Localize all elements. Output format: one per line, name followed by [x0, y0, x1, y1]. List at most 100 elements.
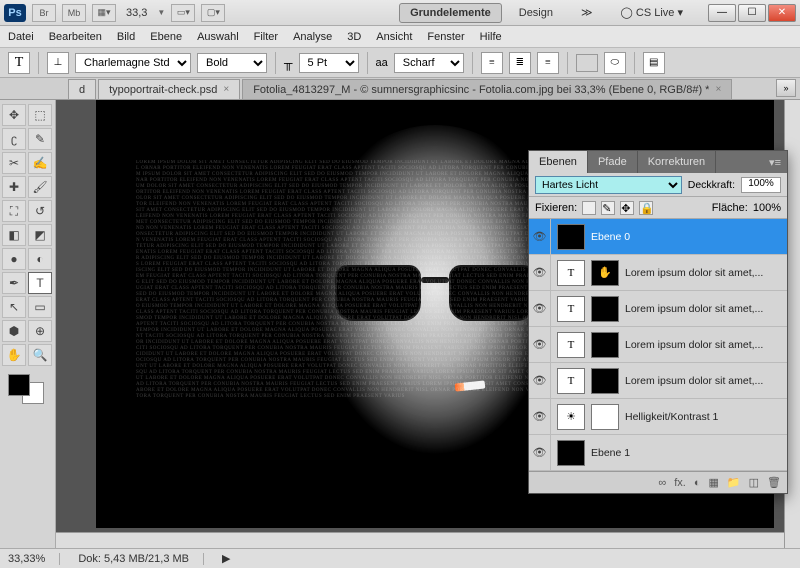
crop-tool[interactable]: ✂: [2, 152, 26, 174]
pen-tool[interactable]: ✒: [2, 272, 26, 294]
layer-name[interactable]: Lorem ipsum dolor sit amet,...: [625, 303, 781, 315]
panel-tab-pfade[interactable]: Pfade: [588, 151, 638, 173]
layer-mask-thumbnail[interactable]: [591, 368, 619, 394]
3d-tool[interactable]: ⬢: [2, 320, 26, 342]
workspace-grundelemente[interactable]: Grundelemente: [399, 3, 502, 23]
hand-tool[interactable]: ✋: [2, 344, 26, 366]
doc-tab-1[interactable]: typoportrait-check.psd×: [98, 79, 240, 99]
status-doc[interactable]: Dok: 5,43 MB/21,3 MB: [78, 553, 204, 565]
move-tool[interactable]: ✥: [2, 104, 26, 126]
layer-row[interactable]: 👁 T ✋ Lorem ipsum dolor sit amet,...: [529, 255, 787, 291]
visibility-icon[interactable]: 👁: [529, 363, 551, 398]
mask-icon[interactable]: ◐: [694, 477, 701, 489]
status-arrow-icon[interactable]: ▶: [222, 552, 230, 565]
tab-scroll-right[interactable]: »: [776, 79, 796, 97]
menu-datei[interactable]: Datei: [8, 31, 34, 43]
trash-icon[interactable]: 🗑: [767, 476, 781, 489]
layer-mask-thumbnail[interactable]: [591, 296, 619, 322]
menu-bearbeiten[interactable]: Bearbeiten: [49, 31, 102, 43]
layer-thumbnail[interactable]: ☀: [557, 404, 585, 430]
font-size-select[interactable]: 5 Pt: [299, 53, 359, 73]
fill-value[interactable]: 100%: [753, 202, 781, 214]
menu-hilfe[interactable]: Hilfe: [480, 31, 502, 43]
menu-fenster[interactable]: Fenster: [427, 31, 464, 43]
menu-3d[interactable]: 3D: [347, 31, 361, 43]
layer-name[interactable]: Lorem ipsum dolor sit amet,...: [625, 267, 781, 279]
visibility-icon[interactable]: 👁: [529, 435, 551, 470]
minimize-button[interactable]: —: [708, 4, 736, 22]
stamp-tool[interactable]: ⛶: [2, 200, 26, 222]
menu-analyse[interactable]: Analyse: [293, 31, 332, 43]
antialias-select[interactable]: Scharf: [394, 53, 464, 73]
font-family-select[interactable]: Charlemagne Std: [75, 53, 191, 73]
screenmode-button[interactable]: ▢▾: [201, 4, 225, 22]
healing-tool[interactable]: ✚: [2, 176, 26, 198]
visibility-icon[interactable]: 👁: [529, 399, 551, 434]
lock-all-icon[interactable]: 🔒: [639, 201, 653, 215]
workspace-design[interactable]: Design: [508, 3, 564, 23]
eraser-tool[interactable]: ◧: [2, 224, 26, 246]
layer-thumbnail[interactable]: T: [557, 260, 585, 286]
layer-name[interactable]: Lorem ipsum dolor sit amet,...: [625, 375, 781, 387]
brush-tool[interactable]: 🖌: [28, 176, 52, 198]
doc-tab-0[interactable]: d: [68, 79, 96, 99]
blur-tool[interactable]: ●: [2, 248, 26, 270]
close-button[interactable]: ✕: [768, 4, 796, 22]
align-center[interactable]: ≣: [509, 52, 531, 74]
lasso-tool[interactable]: ʗ: [2, 128, 26, 150]
quickselect-tool[interactable]: ✎: [28, 128, 52, 150]
close-icon[interactable]: ×: [223, 84, 229, 95]
visibility-icon[interactable]: 👁: [529, 327, 551, 362]
status-zoom[interactable]: 33,33%: [8, 553, 60, 565]
minibridge-button[interactable]: Mb: [62, 4, 86, 22]
gradient-tool[interactable]: ◩: [28, 224, 52, 246]
zoom-dropdown-icon[interactable]: ▼: [157, 8, 165, 17]
lock-transparency-icon[interactable]: [582, 201, 596, 215]
history-brush-tool[interactable]: ↺: [28, 200, 52, 222]
layers-panel[interactable]: Ebenen Pfade Korrekturen ▾≡ Hartes Licht…: [528, 150, 788, 494]
maximize-button[interactable]: ☐: [738, 4, 766, 22]
workspace-more[interactable]: ≫: [570, 2, 604, 23]
layer-row[interactable]: 👁 ☀ Helligkeit/Kontrast 1: [529, 399, 787, 435]
blend-mode-select[interactable]: Hartes Licht: [535, 176, 682, 194]
warp-text[interactable]: ⬭: [604, 52, 626, 74]
layer-row[interactable]: 👁 T Lorem ipsum dolor sit amet,...: [529, 363, 787, 399]
panel-tab-korrekturen[interactable]: Korrekturen: [638, 151, 716, 173]
group-icon[interactable]: 📁: [727, 476, 741, 489]
horizontal-scrollbar[interactable]: [56, 532, 784, 548]
lock-pixels-icon[interactable]: ✎: [601, 201, 615, 215]
layer-row[interactable]: 👁 T Lorem ipsum dolor sit amet,...: [529, 327, 787, 363]
marquee-tool[interactable]: ⬚: [28, 104, 52, 126]
character-panel-toggle[interactable]: ▤: [643, 52, 665, 74]
layer-thumbnail[interactable]: [557, 224, 585, 250]
visibility-icon[interactable]: 👁: [529, 219, 551, 254]
view-extras-button[interactable]: ▦▾: [92, 4, 116, 22]
eyedropper-tool[interactable]: ✍: [28, 152, 52, 174]
layer-thumbnail[interactable]: T: [557, 368, 585, 394]
layer-mask-thumbnail[interactable]: ✋: [591, 260, 619, 286]
new-layer-icon[interactable]: ◫: [749, 476, 759, 489]
visibility-icon[interactable]: 👁: [529, 291, 551, 326]
menu-auswahl[interactable]: Auswahl: [197, 31, 239, 43]
layer-name[interactable]: Helligkeit/Kontrast 1: [625, 411, 781, 423]
dodge-tool[interactable]: ◐: [28, 248, 52, 270]
doc-tab-2[interactable]: Fotolia_4813297_M - © sumnersgraphicsinc…: [242, 79, 732, 99]
fx-icon[interactable]: fx.: [674, 477, 686, 489]
shape-tool[interactable]: ▭: [28, 296, 52, 318]
font-style-select[interactable]: Bold: [197, 53, 267, 73]
layer-mask-thumbnail[interactable]: [591, 404, 619, 430]
opacity-value[interactable]: 100%: [741, 177, 781, 193]
layer-thumbnail[interactable]: T: [557, 332, 585, 358]
menu-ansicht[interactable]: Ansicht: [376, 31, 412, 43]
layer-thumbnail[interactable]: T: [557, 296, 585, 322]
lock-position-icon[interactable]: ✥: [620, 201, 634, 215]
layer-thumbnail[interactable]: [557, 440, 585, 466]
layer-mask-thumbnail[interactable]: [591, 332, 619, 358]
layer-name[interactable]: Ebene 0: [591, 231, 781, 243]
orientation-toggle[interactable]: ⊥: [47, 52, 69, 74]
layer-name[interactable]: Ebene 1: [591, 447, 781, 459]
3d-camera-tool[interactable]: ⊕: [28, 320, 52, 342]
path-tool[interactable]: ↖: [2, 296, 26, 318]
layer-row[interactable]: 👁 Ebene 1: [529, 435, 787, 471]
menu-ebene[interactable]: Ebene: [150, 31, 182, 43]
